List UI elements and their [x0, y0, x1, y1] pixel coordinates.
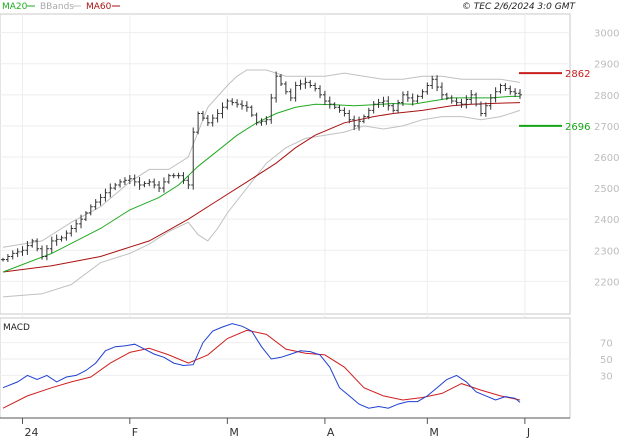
macd-panel [0, 317, 571, 419]
chart-legend: MA20 BBands MA60 [2, 2, 120, 12]
x-tick-label: 24 [25, 426, 39, 439]
price-tick-label: 3000 [594, 29, 619, 40]
price-tick-label: 2900 [594, 60, 619, 71]
price-tick-label: 2400 [594, 215, 619, 226]
level-label: 2862 [565, 69, 590, 80]
price-tick-label: 2700 [594, 122, 619, 133]
copyright-label: © TEC 2/6/2024 3:0 GMT [462, 2, 577, 12]
level-label: 2696 [565, 122, 590, 133]
legend-ma20: MA20 [2, 2, 28, 12]
price-tick-label: 2600 [594, 153, 619, 164]
macd-tick-label: 70 [600, 339, 613, 350]
x-tick-label: M [429, 426, 439, 439]
price-tick-label: 2800 [594, 91, 619, 102]
price-tick-label: 2500 [594, 184, 619, 195]
x-tick-label: F [132, 426, 138, 439]
macd-tick-label: 30 [600, 371, 613, 382]
price-panel [0, 13, 571, 315]
stock-chart: MA20 BBands MA60 © TEC 2/6/2024 3:0 GMT … [0, 2, 619, 439]
x-axis: 24 F M A M J [22, 418, 530, 439]
x-tick-label: A [327, 426, 335, 439]
macd-tick-label: 50 [600, 355, 613, 366]
x-tick-label: J [526, 426, 530, 439]
legend-bbands: BBands [40, 2, 74, 12]
legend-ma60: MA60 [86, 2, 112, 12]
price-tick-label: 2200 [594, 277, 619, 288]
macd-axis: 70 50 30 [600, 339, 613, 383]
x-tick-label: M [229, 426, 239, 439]
price-tick-label: 2300 [594, 246, 619, 257]
macd-title: MACD [3, 323, 30, 333]
price-axis: 3000 2900 2800 2700 2600 2500 2400 2300 2200 [594, 29, 619, 289]
